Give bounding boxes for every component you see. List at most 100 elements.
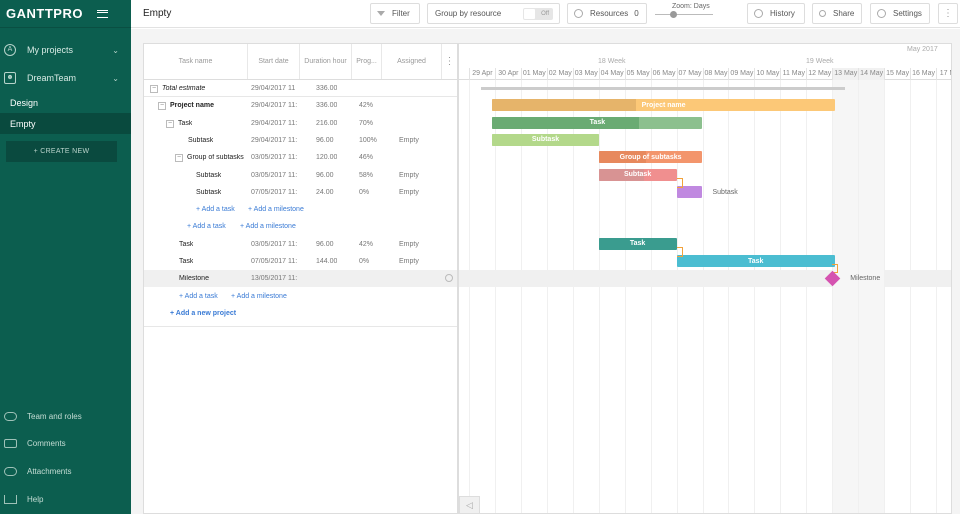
hamburger-menu-icon[interactable] [96,9,108,18]
grid-line [910,80,912,513]
col-start-date[interactable]: Start date [248,44,300,79]
row-info-icon[interactable] [445,274,453,283]
history-button[interactable]: History [747,3,805,24]
share-button[interactable]: Share [812,3,862,24]
my-projects-menu[interactable]: A My projects ⌄ [0,36,131,64]
day-cell: 30 Apr [494,68,521,80]
gantt-bar[interactable]: Subtask [598,168,677,181]
add-task-link[interactable]: + Add a task [196,206,235,213]
create-new-button[interactable]: + CREATE NEW [6,141,117,162]
grid-line [676,80,678,513]
add-project-link[interactable]: + Add a new project [170,310,236,317]
attachments-label: Attachments [27,466,72,476]
gantt-bar[interactable]: Task [492,116,703,129]
gantt-bar-label: Group of subtasks [619,153,682,161]
gantt-bar[interactable]: Task [676,255,835,267]
cell-task-name: Project name [170,102,214,110]
cell-progress: 70% [359,119,374,127]
team-selector[interactable]: ☻ DreamTeam ⌄ [0,64,131,92]
collapse-toggle-icon[interactable]: − [175,154,183,163]
table-row[interactable]: Milestone 13/05/2017 11: [144,270,457,287]
graduation-cap-icon [4,494,17,504]
cell-assigned: Empty [399,136,419,144]
project-label: Design [10,97,39,108]
gantt-bar-label: Subtask [623,171,652,178]
zoom-slider-handle[interactable] [670,11,677,18]
settings-label: Settings [893,9,922,18]
table-row[interactable]: Subtask 03/05/2017 11: 96.00 58% Empty [144,167,457,184]
page-title: Empty [143,8,172,19]
cell-task-name: Task [179,258,194,265]
day-cell: 08 May [702,68,729,80]
resources-button[interactable]: Resources 0 [567,3,647,24]
grid-line [858,80,860,513]
table-row[interactable]: Subtask 29/04/2017 11: 96.00 100% Empty [144,132,457,149]
column-options-icon[interactable]: ⋮ [442,44,457,79]
add-task-link[interactable]: + Add a task [179,293,218,300]
team-icon: ☻ [4,72,16,84]
timeline-header: May 2017 18 Week 19 Week r29 Apr30 Apr01… [459,44,951,80]
add-milestone-link[interactable]: + Add a milestone [240,223,296,230]
col-assigned[interactable]: Assigned [382,44,442,79]
gantt-bar[interactable] [676,185,703,198]
zoom-slider-track[interactable] [655,14,713,15]
collapse-toggle-icon[interactable]: − [150,85,158,93]
gantt-bar[interactable]: Project name [492,99,835,112]
collapse-toggle-icon[interactable]: − [158,102,166,111]
sidebar: GANTTPRO A My projects ⌄ ☻ DreamTeam ⌄ D… [0,0,131,514]
team-roles-label: Team and roles [27,411,82,421]
cell-duration: 120.00 [316,154,338,162]
filter-button[interactable]: Filter [370,3,420,24]
add-milestone-link[interactable]: + Add a milestone [248,206,304,213]
settings-button[interactable]: Settings [870,3,930,24]
table-row[interactable]: − Task 29/04/2017 11: 216.00 70% [144,115,457,132]
day-cell: 17 Ma [936,68,951,80]
week-label: 19 Week [806,58,834,65]
gantt-bar-label: Task [629,240,646,248]
task-grid: Task name Start date Duration hour Prog.… [143,43,458,514]
day-cell: 06 May [650,68,677,80]
filter-label: Filter [392,9,410,18]
collapse-toggle-icon[interactable]: − [166,119,174,128]
cell-assigned: Empty [399,258,419,265]
sidebar-item-team-roles[interactable]: Team and roles [0,406,131,426]
table-row[interactable]: Subtask 07/05/2017 11: 24.00 0% Empty [144,184,457,201]
cell-start-date: 29/04/2017 11: [251,102,298,110]
group-by-resource-toggle[interactable]: Group by resource Off [427,3,560,24]
toggle-switch[interactable]: Off [523,7,553,20]
cell-duration: 24.00 [316,188,334,196]
group-by-label: Group by resource [435,9,502,18]
paperclip-icon [4,466,17,476]
milestone-label: Milestone [850,275,881,283]
add-milestone-link[interactable]: + Add a milestone [231,293,287,300]
gantt-bar-label: Task [747,257,764,265]
table-row[interactable]: Task 03/05/2017 11: 96.00 42% Empty [144,236,457,253]
col-progress[interactable]: Prog... [352,44,382,79]
gantt-bar[interactable]: Subtask [492,133,599,146]
day-cell: 12 May [806,68,832,80]
day-cell: 09 May [728,68,754,80]
grid-line [650,80,652,513]
col-duration[interactable]: Duration hour [300,44,352,79]
more-options-icon[interactable]: ⋮ [938,3,958,24]
grid-line [624,80,626,513]
sidebar-project-design[interactable]: Design [0,92,131,113]
sidebar-item-help[interactable]: Help [0,489,131,509]
gantt-bar[interactable]: Task [598,237,677,250]
add-task-link[interactable]: + Add a task [187,223,226,230]
day-cell: 03 May [572,68,599,80]
collapse-panel-icon[interactable]: ◁ [459,496,480,514]
share-icon [819,10,826,17]
cell-task-name: Subtask [188,136,214,144]
sidebar-item-comments[interactable]: Comments [0,433,131,453]
sidebar-item-attachments[interactable]: Attachments [0,461,131,481]
table-row[interactable]: − Project name 29/04/2017 11: 336.00 42% [144,97,457,114]
cell-start-date: 03/05/2017 11: [251,240,298,248]
table-row[interactable]: Task 07/05/2017 11: 144.00 0% Empty [144,253,457,270]
gantt-bar[interactable]: Group of subtasks [598,151,703,164]
gear-icon [877,9,886,18]
table-row[interactable]: − Group of subtasks 03/05/2017 11: 120.00 46… [144,149,457,166]
sidebar-project-empty[interactable]: Empty [0,113,131,134]
table-row[interactable]: − Total estimate 29/04/2017 11 336.00 [144,80,457,97]
col-task-name[interactable]: Task name [144,44,248,79]
